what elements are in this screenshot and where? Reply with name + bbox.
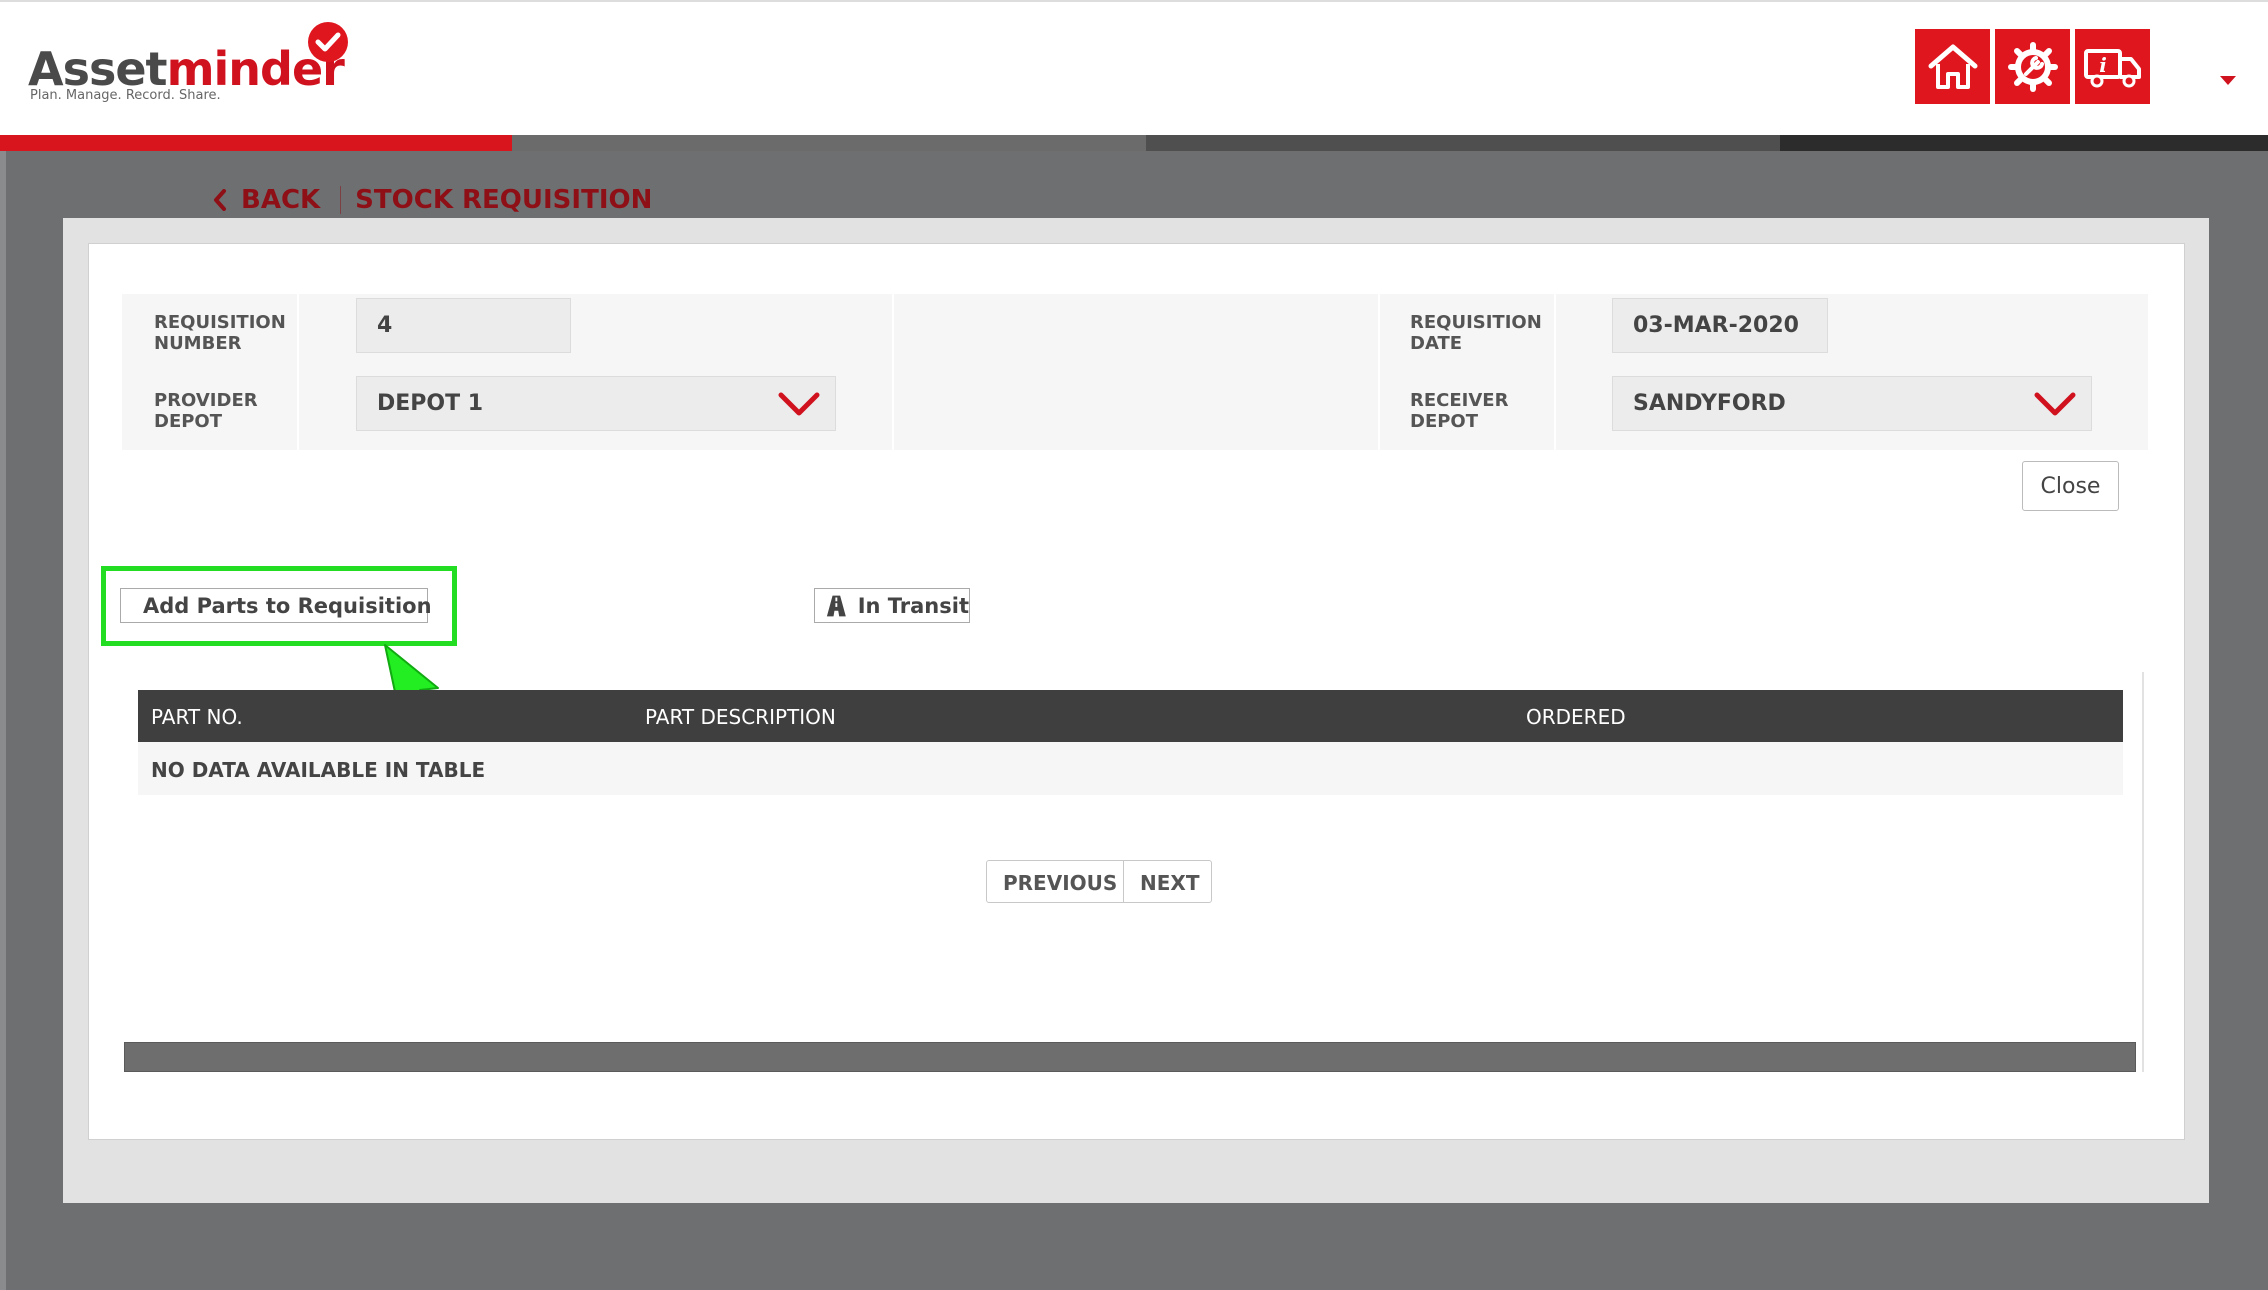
table-header: PART NO. PART DESCRIPTION ORDERED [138, 690, 2123, 742]
progress-stripe-red [0, 135, 512, 151]
close-button[interactable]: Close [2022, 461, 2119, 511]
progress-stripe-grey [512, 135, 1146, 151]
receiver-depot-value: SANDYFORD [1633, 391, 1786, 416]
in-transit-label: In Transit [857, 593, 969, 618]
app-header: Assetminder Plan. Manage. Record. Share. [0, 0, 2268, 135]
home-button[interactable] [1915, 29, 1990, 104]
cell-divider [1554, 372, 1556, 450]
cell-divider [1378, 294, 1380, 372]
form-row-depots: PROVIDER DEPOT DEPOT 1 RECEIVER DEPOT SA… [122, 372, 2148, 450]
requisition-number-field[interactable]: 4 [356, 298, 571, 353]
logo-tagline: Plan. Manage. Record. Share. [30, 88, 221, 103]
column-header-part-no[interactable]: PART NO. [151, 705, 243, 729]
chevron-down-icon [778, 392, 820, 416]
column-header-part-description[interactable]: PART DESCRIPTION [645, 705, 836, 729]
in-transit-button[interactable]: In Transit [814, 588, 970, 623]
provider-depot-label: PROVIDER DEPOT [154, 390, 258, 432]
back-label: BACK [241, 185, 321, 215]
next-page-button[interactable]: NEXT [1124, 861, 1211, 902]
receiver-depot-select[interactable]: SANDYFORD [1612, 376, 2092, 431]
road-icon [826, 595, 846, 616]
back-link[interactable]: BACK [213, 185, 320, 215]
gear-wrench-icon [2007, 41, 2058, 92]
home-icon [1928, 44, 1977, 89]
column-header-ordered[interactable]: ORDERED [1526, 705, 1626, 729]
cell-divider [892, 372, 894, 450]
provider-depot-select[interactable]: DEPOT 1 [356, 376, 836, 431]
page-title: STOCK REQUISITION [355, 185, 653, 215]
table-empty-row: NO DATA AVAILABLE IN TABLE [138, 742, 2123, 795]
cell-divider [297, 372, 299, 450]
add-parts-label: Add Parts to Requisition [143, 593, 432, 618]
add-parts-button[interactable]: Add Parts to Requisition [120, 588, 432, 623]
progress-stripe-darkest [1780, 135, 2268, 151]
header-nav-icons: i [1915, 29, 2150, 104]
provider-depot-value: DEPOT 1 [377, 391, 484, 416]
user-menu-caret-icon[interactable] [2220, 76, 2236, 85]
cell-divider [1378, 372, 1380, 450]
horizontal-scrollbar[interactable] [124, 1042, 2136, 1072]
chevron-left-icon [214, 189, 226, 211]
maintenance-button[interactable] [1995, 29, 2070, 104]
requisition-date-label: REQUISITION DATE [1410, 312, 1542, 354]
form-row-requisition: REQUISITION NUMBER 4 REQUISITION DATE 03… [122, 294, 2148, 372]
requisition-number-label: REQUISITION NUMBER [154, 312, 286, 354]
cell-divider [297, 294, 299, 372]
assetminder-logo[interactable]: Assetminder Plan. Manage. Record. Share. [28, 20, 368, 110]
chevron-down-icon [2034, 392, 2076, 416]
cell-divider [1554, 294, 1556, 372]
pagination: PREVIOUS NEXT [986, 860, 1212, 903]
vehicle-info-button[interactable]: i [2075, 29, 2150, 104]
breadcrumb-separator [340, 186, 342, 214]
previous-page-button[interactable]: PREVIOUS [987, 861, 1124, 902]
checkmark-badge-icon [308, 22, 348, 62]
cell-divider [892, 294, 894, 372]
requisition-date-field[interactable]: 03-MAR-2020 [1612, 298, 1828, 353]
svg-text:i: i [2099, 53, 2107, 77]
receiver-depot-label: RECEIVER DEPOT [1410, 390, 1509, 432]
truck-info-icon: i [2083, 48, 2141, 87]
progress-stripe-dark [1146, 135, 1780, 151]
breadcrumb: BACK STOCK REQUISITION [213, 185, 652, 215]
